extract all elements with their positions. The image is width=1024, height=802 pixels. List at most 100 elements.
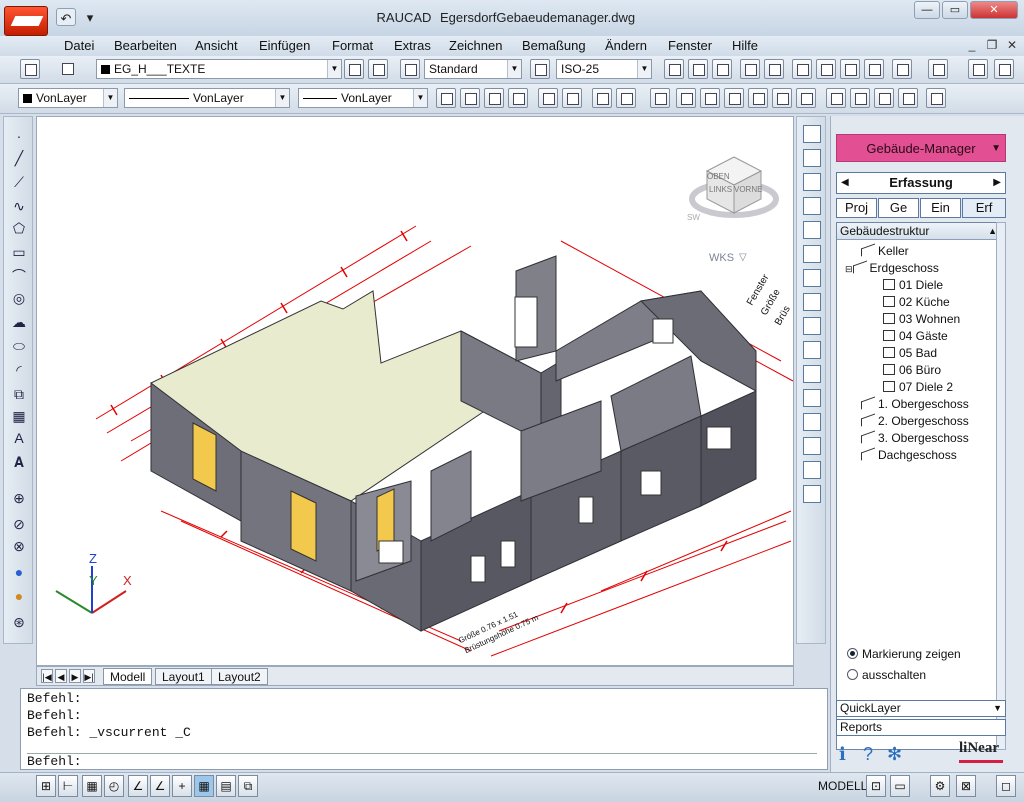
undo-tool-icon[interactable]: [892, 59, 912, 79]
union-icon[interactable]: ⊕: [10, 489, 28, 507]
menu-ansicht[interactable]: Ansicht: [195, 38, 238, 53]
front-view-icon[interactable]: [772, 88, 792, 108]
wcs-arrow-icon[interactable]: ▽: [739, 252, 747, 263]
app-logo-icon[interactable]: [4, 6, 48, 36]
tab-next-button[interactable]: ▶: [69, 669, 81, 683]
arc-icon[interactable]: ⌒: [10, 267, 28, 285]
command-window[interactable]: Befehl: Befehl: Befehl: _vscurrent _C Be…: [20, 688, 828, 770]
ellipse-icon[interactable]: ⬭: [10, 337, 28, 355]
extend-icon[interactable]: [803, 365, 821, 383]
tree-item-floor[interactable]: 1. Obergeschoss: [861, 396, 969, 411]
spline-icon[interactable]: ∿: [10, 197, 28, 215]
mirror-icon[interactable]: [803, 173, 821, 191]
ortho-icon[interactable]: ⊢: [58, 775, 78, 797]
left-view-icon[interactable]: [724, 88, 744, 108]
dim-style-icon[interactable]: [530, 59, 550, 79]
right-view-icon[interactable]: [748, 88, 768, 108]
menu-einfuegen[interactable]: Einfügen: [259, 38, 310, 53]
insert-block-icon[interactable]: ⧉: [10, 385, 28, 403]
minimize-button[interactable]: —: [914, 1, 940, 19]
tab-last-button[interactable]: ▶|: [83, 669, 95, 683]
drawing-viewport[interactable]: OBEN LINKS VORNE SW WKS ▽ Fenster Größe …: [36, 116, 794, 666]
print-icon[interactable]: [740, 59, 760, 79]
menu-format[interactable]: Format: [332, 38, 373, 53]
layout-view-icon[interactable]: ⊡: [866, 775, 886, 797]
copy-icon[interactable]: [816, 59, 836, 79]
move-icon[interactable]: [803, 245, 821, 263]
render-icon[interactable]: ⊛: [10, 613, 28, 631]
tab-first-button[interactable]: |◀: [41, 669, 53, 683]
snap-icon[interactable]: ⊞: [36, 775, 56, 797]
lineweight-dropdown[interactable]: VonLayer ▼: [298, 88, 428, 108]
pan-icon[interactable]: [968, 59, 988, 79]
subtract-icon[interactable]: ⊘: [10, 515, 28, 533]
new-file-icon[interactable]: [664, 59, 684, 79]
tree-item-floor[interactable]: 2. Obergeschoss: [861, 413, 969, 428]
named-views-icon[interactable]: [650, 88, 670, 108]
dyn-icon[interactable]: +: [172, 775, 192, 797]
lineweight-toggle-icon[interactable]: ▦: [194, 775, 214, 797]
qat-dropdown-icon[interactable]: ▾: [80, 8, 100, 28]
erase-icon[interactable]: [803, 125, 821, 143]
manager-dropdown-icon[interactable]: ▼: [991, 135, 1001, 163]
rotate-icon[interactable]: [803, 269, 821, 287]
layer-previous-icon[interactable]: [368, 59, 388, 79]
circle-icon[interactable]: ◎: [10, 289, 28, 307]
linetype-dropdown[interactable]: VonLayer ▼: [124, 88, 290, 108]
view-icon-2[interactable]: [460, 88, 480, 108]
quick-view-icon[interactable]: ▭: [890, 775, 910, 797]
join-icon[interactable]: [803, 413, 821, 431]
make-current-icon[interactable]: [344, 59, 364, 79]
fillet-icon[interactable]: [803, 461, 821, 479]
line-icon[interactable]: ╱: [10, 149, 28, 167]
menu-zeichnen[interactable]: Zeichnen: [449, 38, 502, 53]
intersect-icon[interactable]: ⊗: [10, 537, 28, 555]
tree-item-keller[interactable]: Keller: [861, 243, 909, 258]
save-icon[interactable]: [712, 59, 732, 79]
workspace-gear-icon[interactable]: ⚙: [930, 775, 950, 797]
section-prev-icon[interactable]: ◀: [841, 173, 849, 193]
back-view-icon[interactable]: [796, 88, 816, 108]
menu-extras[interactable]: Extras: [394, 38, 431, 53]
tab-ein[interactable]: Ein: [920, 198, 961, 218]
camera-icon[interactable]: [926, 88, 946, 108]
material-icon[interactable]: ●: [10, 587, 28, 605]
tree-item-floor[interactable]: Dachgeschoss: [861, 447, 957, 462]
view-icon-4[interactable]: [508, 88, 528, 108]
doc-minimize-button[interactable]: _: [964, 38, 980, 53]
cloud-icon[interactable]: ☁: [10, 313, 28, 331]
tree-item-floor[interactable]: 3. Obergeschoss: [861, 430, 969, 445]
tree-item-room[interactable]: 07 Diele 2: [883, 380, 953, 394]
chart-icon[interactable]: [616, 88, 636, 108]
trim-icon[interactable]: [803, 341, 821, 359]
tree-item-room[interactable]: 02 Küche: [883, 295, 950, 309]
layer-dropdown[interactable]: EG_H___TEXTE ▼: [96, 59, 342, 79]
osnap-icon[interactable]: ∠: [128, 775, 148, 797]
menu-bemassung[interactable]: Bemaßung: [522, 38, 586, 53]
tree-item-room[interactable]: 03 Wohnen: [883, 312, 960, 326]
tree-item-room[interactable]: 04 Gäste: [883, 329, 948, 343]
stretch-icon[interactable]: [803, 317, 821, 335]
point-icon[interactable]: ·: [10, 127, 28, 145]
print-preview-icon[interactable]: [764, 59, 784, 79]
grid-icon[interactable]: ▦: [82, 775, 102, 797]
layer-properties-icon[interactable]: [20, 59, 40, 79]
quicklayer-dropdown[interactable]: QuickLayer ▼: [836, 700, 1006, 717]
top-view-icon[interactable]: [676, 88, 696, 108]
polygon-icon[interactable]: ⬠: [10, 219, 28, 237]
tab-prev-button[interactable]: ◀: [55, 669, 67, 683]
redo-tool-icon[interactable]: [928, 59, 948, 79]
offset-icon[interactable]: [803, 197, 821, 215]
settings-gear-icon[interactable]: ✻: [887, 744, 902, 765]
match-properties-icon[interactable]: [864, 59, 884, 79]
paste-icon[interactable]: [840, 59, 860, 79]
dimension-icon[interactable]: [538, 88, 558, 108]
list-icon[interactable]: [592, 88, 612, 108]
otrack-icon[interactable]: ∠: [150, 775, 170, 797]
cut-icon[interactable]: [792, 59, 812, 79]
model-space-label[interactable]: MODELL: [818, 779, 867, 793]
doc-close-button[interactable]: ✕: [1004, 38, 1020, 53]
radio-show-markers[interactable]: Markierung zeigen: [847, 647, 961, 661]
layer-state-icons[interactable]: [58, 59, 78, 79]
help-icon[interactable]: ?: [863, 744, 873, 765]
